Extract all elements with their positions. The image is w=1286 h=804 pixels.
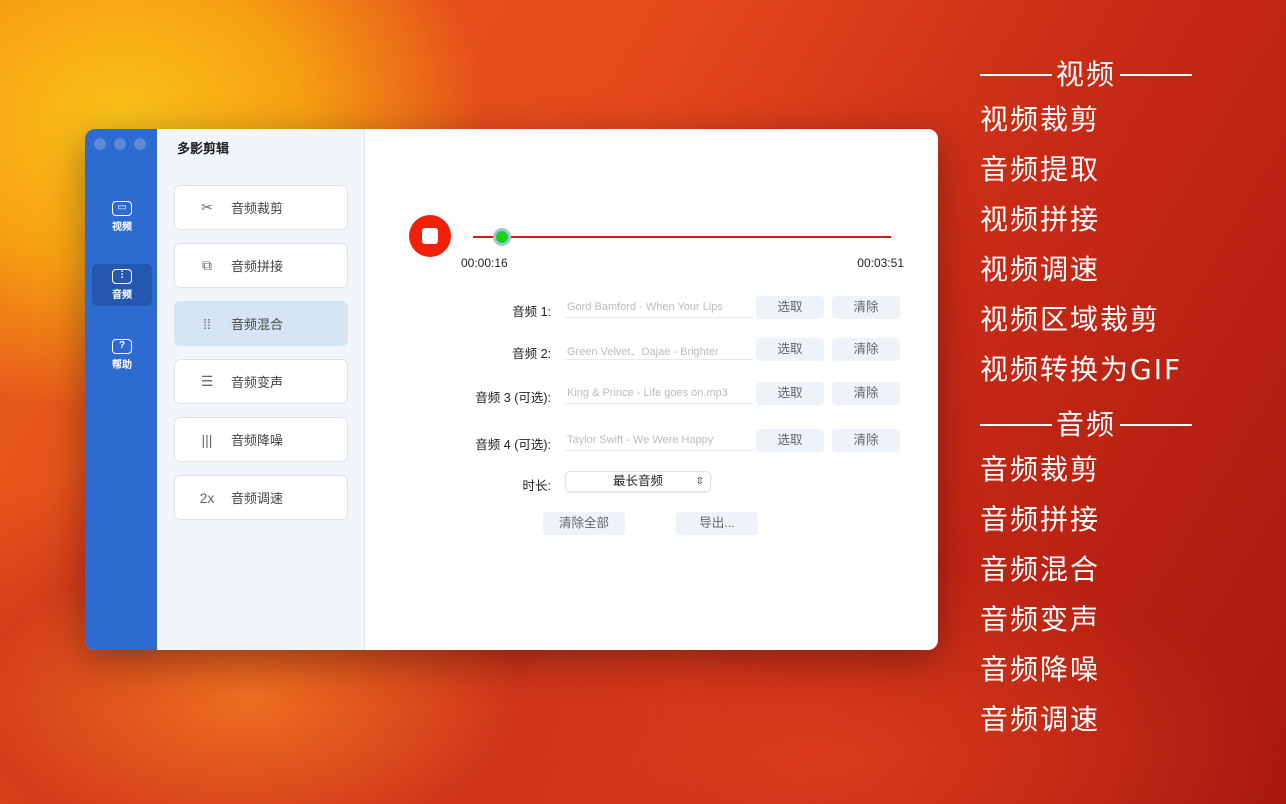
track-2-select-button[interactable]: 选取 [756,338,824,361]
feature-item: 视频裁剪 [980,103,1101,136]
track-4-label: 音频 4 (可选): [475,438,551,452]
feature-list: 视频 视频裁剪 音频提取 视频拼接 视频调速 视频区域裁剪 视频转换为GIF 音… [980,50,1260,750]
audio-section-header: 音频 [980,400,1260,450]
sidebar-item-label: 音频 [112,290,132,301]
slider-thumb[interactable] [492,228,511,246]
help-question-icon: ? [112,339,132,354]
tool-label: 音频混合 [231,317,284,332]
current-time: 00:00:16 [461,256,508,270]
tool-noise-reduce[interactable]: ||| 音频降噪 [174,417,348,462]
feature-item: 视频拼接 [980,203,1101,236]
main-panel: 00:00:16 00:03:51 音频 1: Gord Bamford - W… [365,129,938,650]
feature-item: 音频变声 [980,603,1101,636]
duration-select[interactable]: 最长音频 ⇳ [565,471,711,492]
sliders-icon: ☰ [200,373,214,389]
track-3-label: 音频 3 (可选): [475,391,551,405]
track-1-select-button[interactable]: 选取 [756,296,824,319]
tool-speed[interactable]: 2x 音频调速 [174,475,348,520]
close-button[interactable] [94,138,106,150]
track-3-clear-button[interactable]: 清除 [832,382,900,405]
sidebar: ▭ 视频 ⫶ 音频 ? 帮助 [85,129,157,650]
window-controls [94,138,146,150]
audio-cut-icon: ✂ [201,199,213,215]
sidebar-item-label: 帮助 [112,360,132,371]
track-1-field[interactable]: Gord Bamford - When Your Lips [565,296,753,318]
audio-wave-icon: ⫶ [112,269,132,284]
app-window: ▭ 视频 ⫶ 音频 ? 帮助 多影剪辑 ✂ 音频裁剪 ⧉ 音频拼接 ⁞⁞ 音频混合 ☰ 音频变… [85,129,938,650]
tool-label: 音频变声 [231,375,284,390]
feature-item: 音频提取 [980,153,1101,186]
track-3-field[interactable]: King & Prince - Life goes on.mp3 [565,382,753,404]
sidebar-item-label: 视频 [112,222,132,233]
zoom-button[interactable] [134,138,146,150]
tool-voice-change[interactable]: ☰ 音频变声 [174,359,348,404]
sidebar-item-video[interactable]: ▭ 视频 [92,196,152,238]
feature-item: 视频转换为GIF [980,353,1183,386]
track-4-field[interactable]: Taylor Swift - We Were Happy [565,429,753,451]
feature-item: 音频降噪 [980,653,1101,686]
video-camera-icon: ▭ [112,201,132,216]
audio-mix-icon: ⁞⁞ [203,315,211,332]
track-1-label: 音频 1: [512,305,551,319]
minimize-button[interactable] [114,138,126,150]
track-4-clear-button[interactable]: 清除 [832,429,900,452]
app-title: 多影剪辑 [177,141,230,156]
tool-label: 音频降噪 [231,433,284,448]
noise-reduce-icon: ||| [201,431,213,448]
sidebar-item-audio[interactable]: ⫶ 音频 [92,264,152,306]
video-section-header: 视频 [980,50,1260,100]
total-time: 00:03:51 [857,256,904,270]
track-2-field[interactable]: Green Velvet、Dajae - Brighter [565,338,753,360]
feature-item: 音频调速 [980,703,1101,736]
duration-value: 最长音频 [612,474,663,488]
sidebar-item-help[interactable]: ? 帮助 [92,334,152,376]
feature-item: 视频调速 [980,253,1101,286]
track-4-select-button[interactable]: 选取 [756,429,824,452]
stop-button[interactable] [409,215,451,257]
tool-label: 音频裁剪 [231,201,284,216]
feature-item: 音频混合 [980,553,1101,586]
tool-audio-mix[interactable]: ⁞⁞ 音频混合 [174,301,348,346]
tool-list: 多影剪辑 ✂ 音频裁剪 ⧉ 音频拼接 ⁞⁞ 音频混合 ☰ 音频变声 ||| 音频降噪 2x… [157,129,365,650]
tool-label: 音频调速 [231,491,284,506]
track-2-label: 音频 2: [512,347,551,361]
track-1-clear-button[interactable]: 清除 [832,296,900,319]
tool-audio-cut[interactable]: ✂ 音频裁剪 [174,185,348,230]
speed-2x-icon: 2x [199,489,215,506]
track-3-select-button[interactable]: 选取 [756,382,824,405]
audio-merge-icon: ⧉ [202,257,212,273]
feature-item: 音频拼接 [980,503,1101,536]
track-2-clear-button[interactable]: 清除 [832,338,900,361]
chevron-updown-icon: ⇳ [695,476,704,487]
feature-item: 视频区域裁剪 [980,303,1161,336]
header-text: 视频 [1056,58,1117,91]
progress-slider[interactable] [473,228,891,246]
header-text: 音频 [1056,408,1117,441]
tool-label: 音频拼接 [231,259,284,274]
feature-item: 音频裁剪 [980,453,1101,486]
tool-audio-merge[interactable]: ⧉ 音频拼接 [174,243,348,288]
export-button[interactable]: 导出... [676,512,758,535]
clear-all-button[interactable]: 清除全部 [543,512,625,535]
duration-label: 时长: [522,479,551,493]
